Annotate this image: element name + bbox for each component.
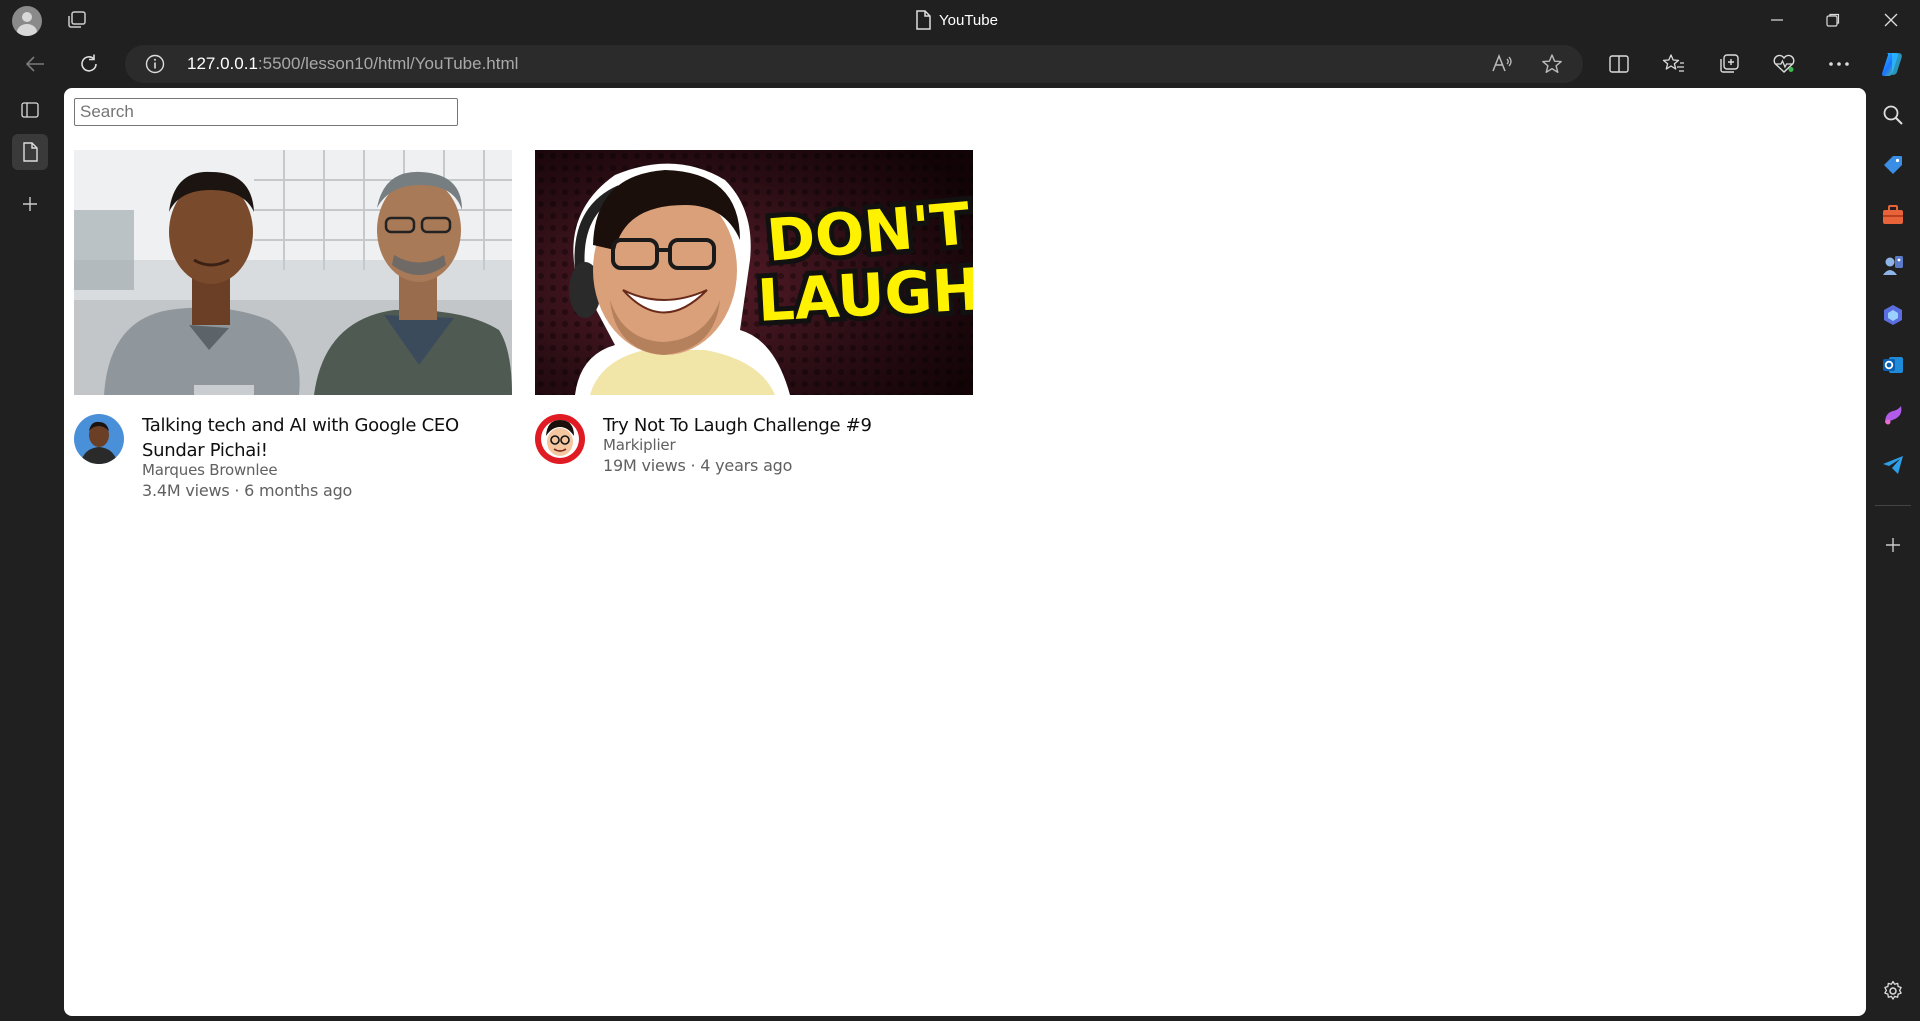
channel-name[interactable]: Markiplier: [603, 436, 676, 454]
shopping-tag-icon[interactable]: [1880, 152, 1906, 178]
send-telegram-icon[interactable]: [1880, 452, 1906, 478]
page-viewport: Talking tech and AI with Google CEO Sund…: [64, 88, 1866, 1016]
favorite-star-icon[interactable]: [1541, 53, 1563, 75]
sidebar-divider: [1875, 505, 1911, 506]
site-info-icon[interactable]: [145, 54, 165, 74]
window-title: YouTube: [915, 9, 998, 31]
copilot-icon[interactable]: [1874, 46, 1910, 82]
restore-icon[interactable]: [1810, 0, 1856, 40]
collections-icon[interactable]: [1711, 46, 1747, 82]
page-icon: [916, 10, 931, 30]
outlook-icon[interactable]: [1880, 352, 1906, 378]
copilot-sidebar-icon[interactable]: [1880, 302, 1906, 328]
tools-briefcase-icon[interactable]: [1880, 202, 1906, 228]
profile-avatar-icon[interactable]: [12, 6, 42, 36]
browser-toolbar: 127.0.0.1:5500/lesson10/html/YouTube.htm…: [0, 40, 1920, 88]
tab-actions-icon[interactable]: [66, 10, 88, 30]
search-icon[interactable]: [1880, 102, 1906, 128]
sidebar-toggle-icon[interactable]: [12, 92, 48, 128]
close-icon[interactable]: [1868, 0, 1914, 40]
vertical-tabs-bar: [0, 88, 64, 1021]
back-arrow-icon[interactable]: [17, 46, 53, 82]
video-stats: 19M views · 4 years ago: [603, 456, 793, 475]
edge-sidebar: [1866, 88, 1920, 1021]
add-sidebar-app-icon[interactable]: [1880, 532, 1906, 558]
favorites-icon[interactable]: [1656, 46, 1692, 82]
video-card[interactable]: Talking tech and AI with Google CEO Sund…: [74, 150, 512, 515]
video-title[interactable]: Try Not To Laugh Challenge #9: [603, 413, 973, 438]
channel-name[interactable]: Marques Brownlee: [142, 461, 278, 479]
video-title[interactable]: Talking tech and AI with Google CEO Sund…: [142, 413, 512, 463]
url-text[interactable]: 127.0.0.1:5500/lesson10/html/YouTube.htm…: [187, 54, 518, 74]
tab-youtube[interactable]: [12, 134, 48, 170]
page-icon: [23, 142, 38, 162]
more-options-icon[interactable]: [1821, 46, 1857, 82]
marques-brownlee-avatar[interactable]: [74, 414, 124, 464]
designer-icon[interactable]: [1880, 402, 1906, 428]
read-aloud-icon[interactable]: [1491, 53, 1513, 75]
url-path: :5500/lesson10/html/YouTube.html: [257, 54, 519, 73]
video-card[interactable]: DON'T DON'T LAUGH LAUGH Try Not To Laugh…: [535, 150, 973, 515]
browser-essentials-icon[interactable]: [1766, 46, 1802, 82]
markiplier-avatar[interactable]: [535, 414, 585, 464]
url-host: 127.0.0.1: [187, 54, 258, 73]
dont-laugh-thumbnail[interactable]: DON'T DON'T LAUGH LAUGH: [535, 150, 973, 395]
search-input[interactable]: [74, 98, 458, 126]
sidebar-settings-gear-icon[interactable]: [1880, 978, 1906, 1004]
new-tab-plus-icon[interactable]: [12, 186, 48, 222]
window-title-text: YouTube: [939, 11, 998, 29]
title-bar: YouTube: [0, 0, 1920, 40]
refresh-icon[interactable]: [71, 46, 107, 82]
minimize-icon[interactable]: [1754, 0, 1800, 40]
split-screen-icon[interactable]: [1601, 46, 1637, 82]
mkbhd-pichai-thumbnail[interactable]: [74, 150, 512, 395]
games-icon[interactable]: [1880, 252, 1906, 278]
address-bar[interactable]: 127.0.0.1:5500/lesson10/html/YouTube.htm…: [125, 45, 1583, 83]
video-stats: 3.4M views · 6 months ago: [142, 481, 353, 500]
thumbnail-text-laugh: LAUGH: [756, 255, 973, 335]
